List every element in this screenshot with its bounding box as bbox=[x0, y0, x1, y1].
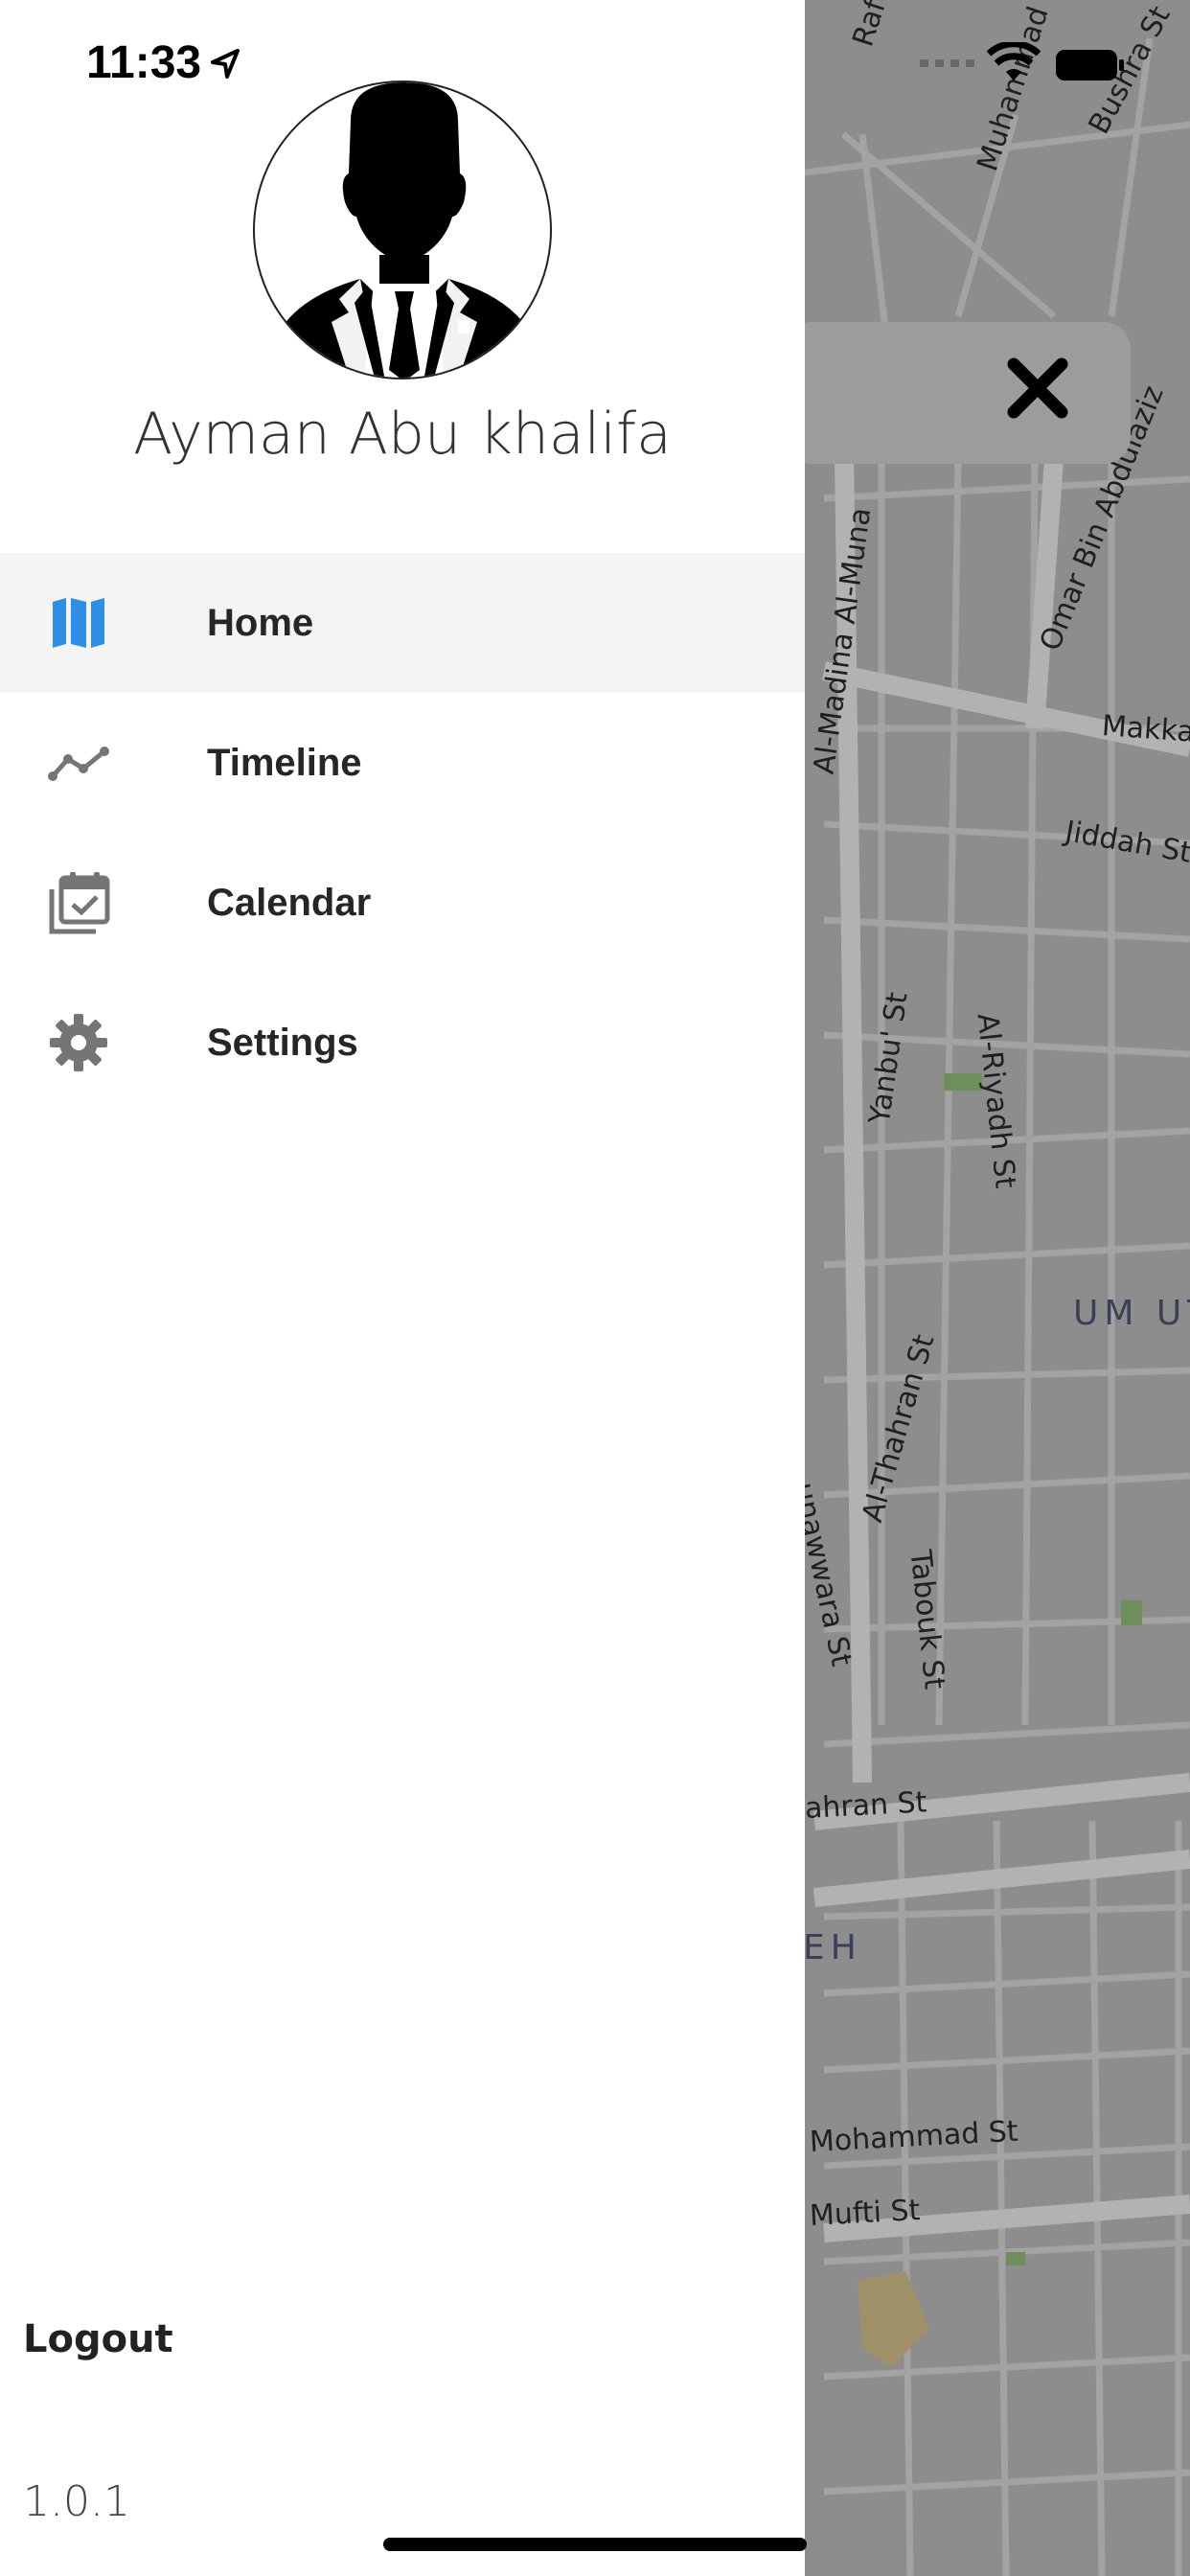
user-name: Ayman Abu khalifa bbox=[133, 401, 672, 468]
district-label: EH bbox=[803, 1928, 862, 1967]
signal-icon bbox=[920, 59, 974, 67]
menu-item-calendar[interactable]: Calendar bbox=[0, 833, 805, 973]
close-drawer-button[interactable] bbox=[1006, 356, 1083, 433]
menu-item-home[interactable]: Home bbox=[0, 553, 805, 693]
district-label: UM UT bbox=[1073, 1294, 1190, 1333]
street-label: ahran St bbox=[804, 1785, 928, 1826]
battery-icon bbox=[1056, 50, 1124, 80]
street-label: Mufti St bbox=[809, 2193, 922, 2233]
home-indicator[interactable] bbox=[383, 2538, 807, 2551]
menu-item-label: Timeline bbox=[207, 741, 362, 784]
map-icon bbox=[44, 588, 113, 657]
menu-item-label: Home bbox=[207, 601, 314, 644]
menu-item-label: Calendar bbox=[207, 881, 372, 924]
timeline-icon bbox=[44, 728, 113, 797]
close-icon bbox=[1007, 357, 1068, 419]
avatar[interactable] bbox=[253, 80, 552, 380]
location-arrow-icon bbox=[211, 49, 240, 79]
menu-item-timeline[interactable]: Timeline bbox=[0, 693, 805, 833]
menu-item-label: Settings bbox=[207, 1021, 358, 1064]
gear-icon bbox=[44, 1008, 113, 1077]
app-version: 1.0.1 bbox=[23, 2477, 130, 2526]
street-label: Makka bbox=[1100, 709, 1190, 749]
status-time: 11:33 bbox=[86, 37, 202, 88]
calendar-check-icon bbox=[44, 868, 113, 937]
user-silhouette-icon bbox=[256, 82, 550, 378]
logout-button[interactable]: Logout bbox=[23, 2317, 173, 2361]
menu-item-settings[interactable]: Settings bbox=[0, 973, 805, 1113]
navigation-drawer: 11:33 Ayman Abu khalifa Home Timeline Ca… bbox=[0, 0, 805, 2576]
wifi-icon bbox=[987, 42, 1041, 80]
